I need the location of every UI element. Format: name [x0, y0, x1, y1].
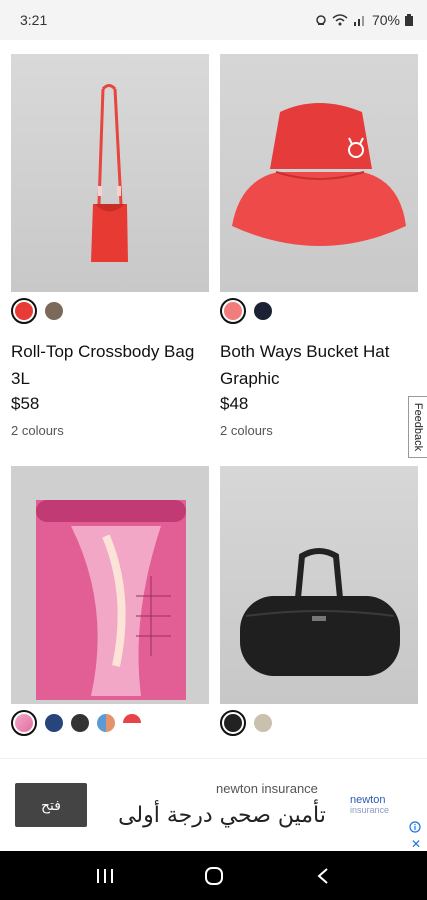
- product-colour-count: 2 colours: [11, 423, 64, 438]
- battery-icon: [405, 14, 413, 26]
- alarm-icon: [316, 15, 326, 25]
- battery-percent: 70%: [371, 12, 400, 28]
- product-title[interactable]: Roll-Top Crossbody Bag 3L: [11, 338, 209, 392]
- status-time: 3:21: [20, 12, 48, 28]
- signal-icon: [353, 16, 364, 26]
- ad-logo-text: newton: [350, 794, 386, 806]
- product-image[interactable]: [220, 54, 418, 292]
- feedback-label: Feedback: [412, 402, 424, 452]
- ad-brand: newton insurance: [216, 781, 318, 796]
- feedback-tab[interactable]: Feedback: [408, 396, 427, 458]
- colour-swatch[interactable]: [123, 714, 141, 732]
- product-card[interactable]: [220, 466, 418, 736]
- ad-info-icon[interactable]: [409, 821, 421, 833]
- product-colour-count: 2 colours: [220, 423, 273, 438]
- ad-logo-sub: insurance: [350, 805, 390, 815]
- home-icon[interactable]: [194, 856, 234, 896]
- product-price: $58: [11, 394, 40, 413]
- colour-swatch-selected[interactable]: [11, 298, 37, 324]
- product-card[interactable]: Both Ways Bucket Hat Graphic $48 2 colou…: [220, 54, 418, 438]
- colour-swatch-selected[interactable]: [220, 710, 246, 736]
- colour-swatch[interactable]: [254, 714, 272, 732]
- wifi-icon: [332, 14, 348, 26]
- product-card[interactable]: Roll-Top Crossbody Bag 3L $58 2 colours: [11, 54, 209, 438]
- ad-banner[interactable]: فتح newton insurance تأمين صحي درجة أولى…: [0, 758, 427, 851]
- colour-swatch[interactable]: [45, 714, 63, 732]
- back-icon[interactable]: [303, 856, 343, 896]
- colour-swatches: [220, 298, 418, 324]
- product-price: $48: [220, 394, 249, 413]
- product-image[interactable]: [11, 54, 209, 292]
- colour-swatch-selected[interactable]: [11, 710, 37, 736]
- product-card[interactable]: [11, 466, 209, 736]
- ad-logo: newton insurance: [350, 794, 390, 816]
- colour-swatch-selected[interactable]: [220, 298, 246, 324]
- colour-swatch[interactable]: [71, 714, 89, 732]
- system-nav-bar: [0, 851, 427, 900]
- colour-swatch[interactable]: [254, 302, 272, 320]
- product-title[interactable]: Both Ways Bucket Hat Graphic: [220, 338, 418, 392]
- ad-headline[interactable]: تأمين صحي درجة أولى: [106, 803, 338, 828]
- colour-swatches: [11, 710, 209, 736]
- colour-swatch[interactable]: [97, 714, 115, 732]
- colour-swatches: [220, 710, 418, 736]
- ad-close-icon[interactable]: ✕: [411, 837, 421, 851]
- colour-swatches: [11, 298, 209, 324]
- product-image[interactable]: [220, 466, 418, 704]
- recent-apps-icon[interactable]: [85, 856, 125, 896]
- colour-swatch[interactable]: [45, 302, 63, 320]
- ad-open-button[interactable]: فتح: [15, 783, 87, 827]
- status-bar: 3:21 70%: [0, 0, 427, 40]
- status-icons: 70%: [315, 12, 413, 28]
- product-image[interactable]: [11, 466, 209, 704]
